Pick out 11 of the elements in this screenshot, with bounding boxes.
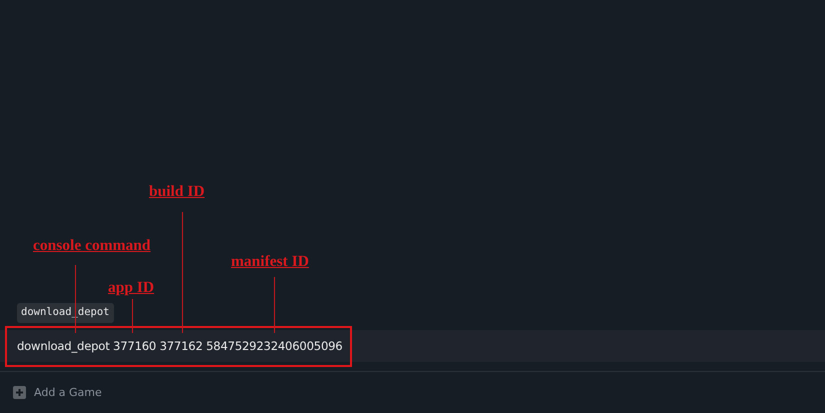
leader-line	[274, 277, 275, 333]
console-input-bar[interactable]: download_depot 377160 377162 5847529232406005096	[0, 330, 825, 362]
annotation-label: console command	[33, 237, 151, 255]
annotation-label: manifest ID	[231, 253, 309, 271]
annotation-label: app ID	[108, 279, 154, 297]
leader-line	[132, 299, 133, 333]
plus-icon	[13, 386, 26, 399]
annotation-label: build ID	[149, 183, 205, 201]
console-command-text: download_depot 377160 377162 5847529232406005096	[17, 339, 342, 353]
add-game-button[interactable]: Add a Game	[13, 386, 102, 399]
leader-line	[75, 265, 76, 333]
